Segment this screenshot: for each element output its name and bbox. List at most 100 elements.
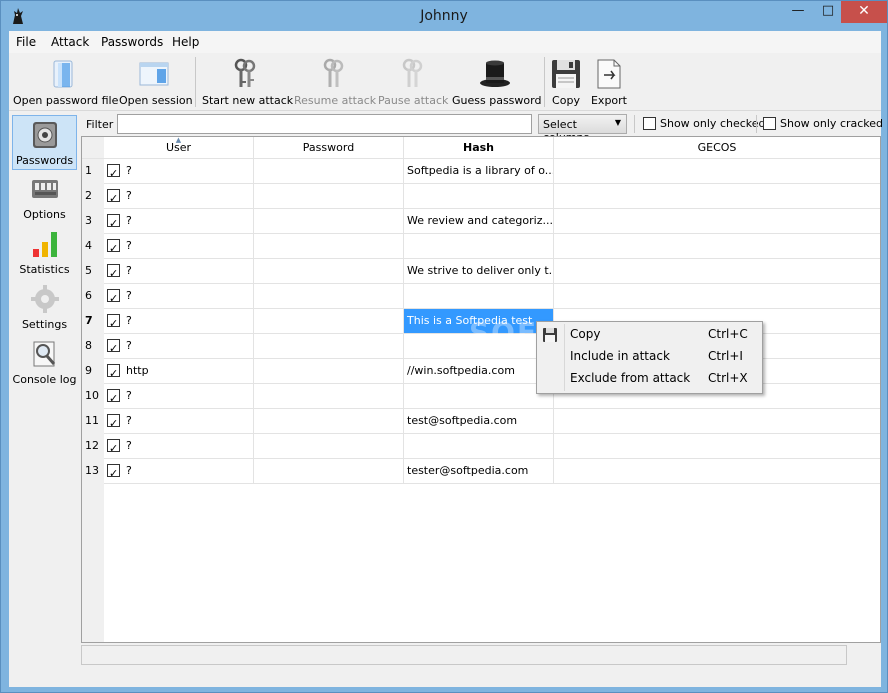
cell-user[interactable]: ? <box>104 209 254 234</box>
cell-hash[interactable] <box>404 284 554 309</box>
cell-password[interactable] <box>254 359 404 384</box>
context-menu-include-in-attack[interactable]: Include in attack Ctrl+I <box>537 346 762 368</box>
row-checkbox[interactable] <box>107 237 120 258</box>
cell-user[interactable]: ? <box>104 309 254 334</box>
pause-attack-button[interactable]: Pause attack <box>378 53 448 111</box>
export-button[interactable]: Export <box>587 53 631 111</box>
row-checkbox[interactable] <box>107 312 120 333</box>
sidebar-item-passwords[interactable]: Passwords <box>12 115 77 170</box>
cell-hash[interactable]: We review and categoriz... <box>404 209 554 234</box>
table-row[interactable]: 2? <box>82 184 880 209</box>
open-session-button[interactable]: Open session <box>119 53 193 111</box>
guess-password-button[interactable]: Guess password <box>452 53 541 111</box>
table-row[interactable]: 4? <box>82 234 880 259</box>
cell-password[interactable] <box>254 234 404 259</box>
cell-password[interactable] <box>254 434 404 459</box>
cell-hash[interactable]: Softpedia is a library of o... <box>404 159 554 184</box>
cell-gecos[interactable] <box>554 259 880 284</box>
menu-attack[interactable]: Attack <box>51 35 89 49</box>
row-checkbox[interactable] <box>107 387 120 408</box>
context-menu-exclude-from-attack[interactable]: Exclude from attack Ctrl+X <box>537 368 762 390</box>
maximize-button[interactable]: □ <box>815 1 841 23</box>
close-button[interactable]: ✕ <box>841 1 887 23</box>
minimize-button[interactable]: — <box>781 1 815 23</box>
cell-user[interactable]: ? <box>104 259 254 284</box>
row-checkbox[interactable] <box>107 437 120 458</box>
row-checkbox[interactable] <box>107 212 120 233</box>
show-only-cracked-checkbox[interactable]: Show only cracked <box>763 117 883 130</box>
sidebar-item-statistics[interactable]: Statistics <box>12 225 77 280</box>
cell-password[interactable] <box>254 384 404 409</box>
cell-user[interactable]: ? <box>104 384 254 409</box>
cell-hash[interactable]: tester@softpedia.com <box>404 459 554 484</box>
table-row[interactable]: 5? We strive to deliver only t... <box>82 259 880 284</box>
start-new-attack-button[interactable]: Start new attack <box>202 53 293 111</box>
cell-user[interactable]: ? <box>104 184 254 209</box>
table-row[interactable]: 1? Softpedia is a library of o... <box>82 159 880 184</box>
cell-password[interactable] <box>254 334 404 359</box>
cell-gecos[interactable] <box>554 159 880 184</box>
cell-hash[interactable] <box>404 184 554 209</box>
menu-passwords[interactable]: Passwords <box>101 35 163 49</box>
cell-password[interactable] <box>254 209 404 234</box>
cell-gecos[interactable] <box>554 284 880 309</box>
row-checkbox[interactable] <box>107 287 120 308</box>
cell-user[interactable]: ? <box>104 434 254 459</box>
cell-user[interactable]: ? <box>104 159 254 184</box>
cell-password[interactable] <box>254 259 404 284</box>
row-checkbox[interactable] <box>107 262 120 283</box>
row-checkbox[interactable] <box>107 187 120 208</box>
table-row[interactable]: 12? <box>82 434 880 459</box>
row-checkbox[interactable] <box>107 162 120 183</box>
cell-gecos[interactable] <box>554 409 880 434</box>
sidebar-item-settings[interactable]: Settings <box>12 280 77 335</box>
cell-user[interactable]: ? <box>104 409 254 434</box>
context-menu-copy[interactable]: Copy Ctrl+C <box>537 324 762 346</box>
show-only-checked-checkbox[interactable]: Show only checked <box>643 117 766 130</box>
cell-user[interactable]: http <box>104 359 254 384</box>
cell-password[interactable] <box>254 459 404 484</box>
table-row[interactable]: 3? We review and categoriz... <box>82 209 880 234</box>
cell-user[interactable]: ? <box>104 234 254 259</box>
cell-password[interactable] <box>254 159 404 184</box>
column-header-hash[interactable]: Hash <box>404 137 554 159</box>
cell-hash[interactable] <box>404 384 554 409</box>
menu-help[interactable]: Help <box>172 35 199 49</box>
cell-user[interactable]: ? <box>104 284 254 309</box>
menu-file[interactable]: File <box>16 35 36 49</box>
cell-hash[interactable]: //win.softpedia.com <box>404 359 554 384</box>
row-checkbox[interactable] <box>107 362 120 383</box>
cell-hash[interactable]: test@softpedia.com <box>404 409 554 434</box>
open-password-file-button[interactable]: Open password file <box>13 53 118 111</box>
select-columns-button[interactable]: Select columns ▼ <box>538 114 627 144</box>
table-row[interactable]: 11? test@softpedia.com <box>82 409 880 434</box>
cell-user[interactable]: ? <box>104 334 254 359</box>
table-row[interactable]: 13? tester@softpedia.com <box>82 459 880 484</box>
sidebar-item-console-log[interactable]: Console log <box>12 335 77 390</box>
row-checkbox[interactable] <box>107 462 120 483</box>
row-checkbox[interactable] <box>107 337 120 358</box>
title-bar[interactable]: Johnny — □ ✕ <box>1 1 887 31</box>
cell-password[interactable] <box>254 184 404 209</box>
cell-hash[interactable] <box>404 434 554 459</box>
cell-password[interactable] <box>254 309 404 334</box>
resume-attack-button[interactable]: Resume attack <box>294 53 376 111</box>
cell-gecos[interactable] <box>554 209 880 234</box>
cell-password[interactable] <box>254 284 404 309</box>
column-header-password[interactable]: Password <box>254 137 404 159</box>
cell-gecos[interactable] <box>554 234 880 259</box>
cell-hash[interactable] <box>404 234 554 259</box>
row-checkbox[interactable] <box>107 412 120 433</box>
column-header-user[interactable]: ▲ User <box>104 137 254 159</box>
horizontal-scrollbar[interactable] <box>81 645 847 665</box>
cell-gecos[interactable] <box>554 459 880 484</box>
cell-gecos[interactable] <box>554 434 880 459</box>
cell-hash[interactable]: We strive to deliver only t... <box>404 259 554 284</box>
table-row[interactable]: 6? <box>82 284 880 309</box>
copy-button[interactable]: Copy <box>549 53 583 111</box>
column-header-gecos[interactable]: GECOS <box>554 137 880 159</box>
cell-user[interactable]: ? <box>104 459 254 484</box>
sidebar-item-options[interactable]: Options <box>12 170 77 225</box>
cell-gecos[interactable] <box>554 184 880 209</box>
filter-input[interactable] <box>117 114 532 134</box>
